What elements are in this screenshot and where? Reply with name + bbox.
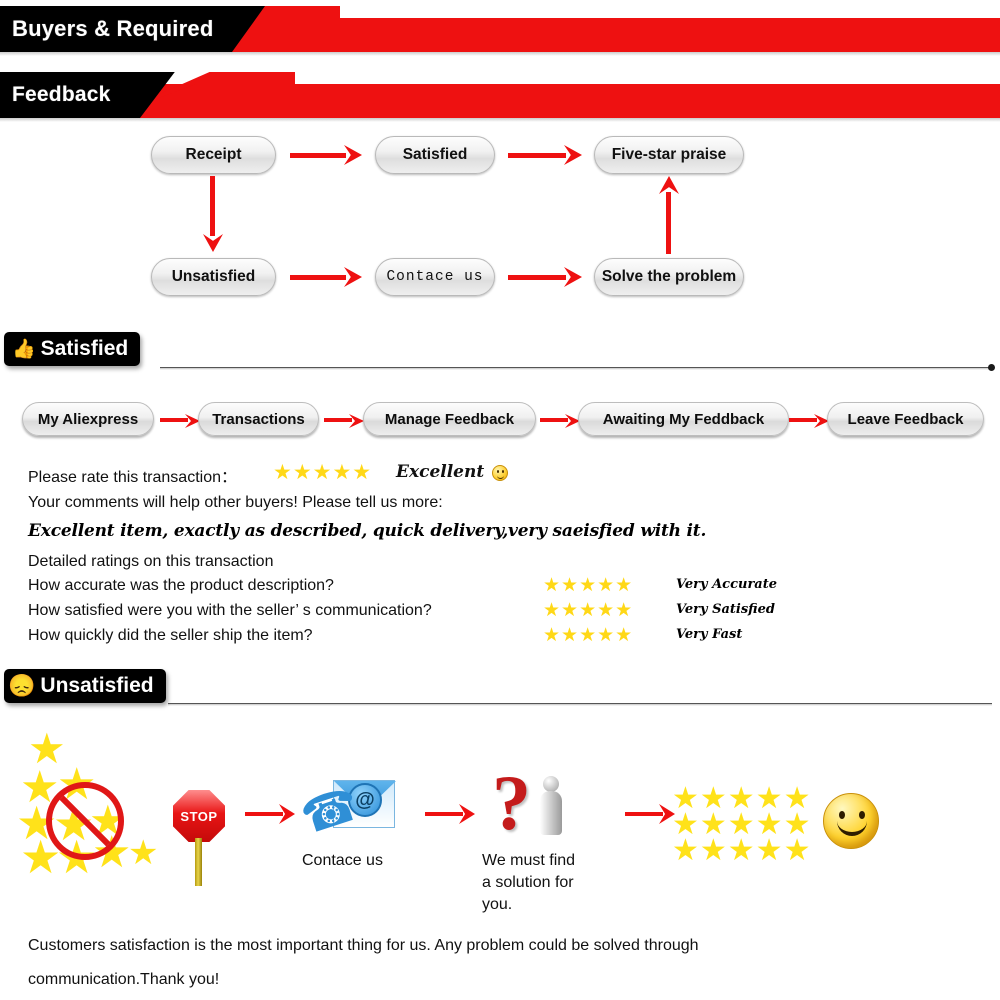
section-header-satisfied: 👍 Satisfied <box>4 332 141 366</box>
breadcrumb-item-leave-feedback[interactable]: Leave Feedback <box>827 402 984 436</box>
unsatisfied-divider-line <box>168 703 992 706</box>
banner-black-block: Feedback <box>0 72 140 118</box>
solution-line-2: a solution for <box>482 874 574 891</box>
section-header-unsatisfied: 😞 Unsatisfied <box>4 669 166 703</box>
flow-arrow-contact-to-solve <box>508 267 582 287</box>
rating-question-shipping: How quickly did the seller ship the item… <box>28 627 313 644</box>
flow-box-five-star-praise: Five-star praise <box>594 136 744 174</box>
flow-arrow-solve-to-praise <box>659 176 679 254</box>
flow-arrow-receipt-to-unsatisfied <box>203 176 223 252</box>
illus-arrow-1 <box>245 804 297 824</box>
divider-end-dot <box>988 364 995 371</box>
flow-arrow-receipt-to-satisfied <box>290 145 362 165</box>
rating-stars-communication: ★★★★★ <box>543 600 634 621</box>
banner-title: Buyers & Required <box>12 16 214 41</box>
rating-stars-shipping: ★★★★★ <box>543 625 634 646</box>
banner-buyers-required: Buyers & Required <box>0 6 1000 56</box>
banner-shadow <box>0 52 1000 56</box>
illus-arrow-2 <box>425 804 477 824</box>
flow-arrow-unsatisfied-to-contact <box>290 267 362 287</box>
rating-stars-accuracy: ★★★★★ <box>543 575 634 596</box>
flow-box-receipt: Receipt <box>151 136 276 174</box>
satisfied-tab: 👍 Satisfied <box>4 332 141 366</box>
breadcrumb-item-awaiting-my-feddback[interactable]: Awaiting My Feddback <box>578 402 789 436</box>
page-root: Buyers & Required Feedback Receipt Satis… <box>0 0 1000 1000</box>
rating-verdict-shipping: Very Fast <box>676 627 743 642</box>
rating-question-accuracy: How accurate was the product description… <box>28 577 334 594</box>
rate-word: Excellent <box>396 462 485 482</box>
star-grid-row: ★★★★★ <box>672 834 812 867</box>
contact-phone-mail-icon: @ ☎ <box>294 774 399 852</box>
banner-feedback: Feedback <box>0 72 1000 122</box>
flow-box-satisfied: Satisfied <box>375 136 495 174</box>
feedback-flow-diagram: Receipt Satisfied Five-star praise Unsat… <box>0 128 1000 318</box>
rate-stars: ★★★★★ <box>273 461 373 484</box>
flow-arrow-satisfied-to-praise <box>508 145 582 165</box>
banner-title: Feedback <box>12 83 111 106</box>
breadcrumb-arrow-3 <box>540 414 580 428</box>
solution-line-1: We must find <box>482 852 576 869</box>
flow-box-unsatisfied: Unsatisfied <box>151 258 276 296</box>
thumbs-up-icon: 👍 <box>12 338 36 360</box>
solution-line-3: you. <box>482 896 513 913</box>
footer-line-1: Customers satisfaction is the most impor… <box>28 937 699 954</box>
happy-face-icon <box>823 793 879 849</box>
unsatisfied-illustration: ★ ★ ★ ★ ★ ★ ★ ★ ★ ★ STOP @ ☎ Contace us … <box>0 718 1000 918</box>
rate-smiley-icon <box>492 465 508 483</box>
illus-arrow-3 <box>625 804 677 824</box>
prohibition-icon <box>46 782 124 860</box>
banner-black-block: Buyers & Required <box>0 6 232 52</box>
rate-prompt: Please rate this transaction： <box>28 469 237 486</box>
satisfied-divider-line <box>160 364 995 371</box>
breadcrumb-item-my-aliexpress[interactable]: My Aliexpress <box>22 402 154 436</box>
question-mark-icon: ? <box>492 759 531 846</box>
comments-prompt: Your comments will help other buyers! Pl… <box>28 494 443 511</box>
rating-question-communication: How satisfied were you with the seller’ … <box>28 602 432 619</box>
breadcrumb-arrow-2 <box>324 414 364 428</box>
breadcrumb: My Aliexpress Transactions Manage Feedba… <box>0 402 1000 442</box>
breadcrumb-item-transactions[interactable]: Transactions <box>198 402 319 436</box>
unsatisfied-label: Unsatisfied <box>40 674 154 697</box>
footer-line-2: communication.Thank you! <box>28 971 220 988</box>
detailed-ratings-heading: Detailed ratings on this transaction <box>28 553 274 570</box>
rating-verdict-communication: Very Satisfied <box>676 602 775 617</box>
breadcrumb-arrow-4 <box>789 414 829 428</box>
thinking-person-icon <box>538 776 564 838</box>
rating-verdict-accuracy: Very Accurate <box>676 577 778 592</box>
flow-box-solve-the-problem: Solve the problem <box>594 258 744 296</box>
comment-text: Excellent item, exactly as described, qu… <box>28 521 707 541</box>
contact-us-caption: Contace us <box>302 852 383 869</box>
cluster-star: ★ <box>128 834 159 872</box>
unsatisfied-tab: 😞 Unsatisfied <box>4 669 166 703</box>
breadcrumb-arrow-1 <box>160 414 200 428</box>
stop-label: STOP <box>180 808 218 824</box>
sad-face-icon: 😞 <box>8 673 36 698</box>
five-star-grid: ★★★★★ ★★★★★ ★★★★★ <box>672 784 812 867</box>
phone-handset-icon: ☎ <box>294 776 365 845</box>
breadcrumb-item-manage-feedback[interactable]: Manage Feedback <box>363 402 536 436</box>
satisfied-label: Satisfied <box>40 337 129 360</box>
banner-shadow <box>0 118 1000 122</box>
flow-box-contace-us: Contace us <box>375 258 495 296</box>
